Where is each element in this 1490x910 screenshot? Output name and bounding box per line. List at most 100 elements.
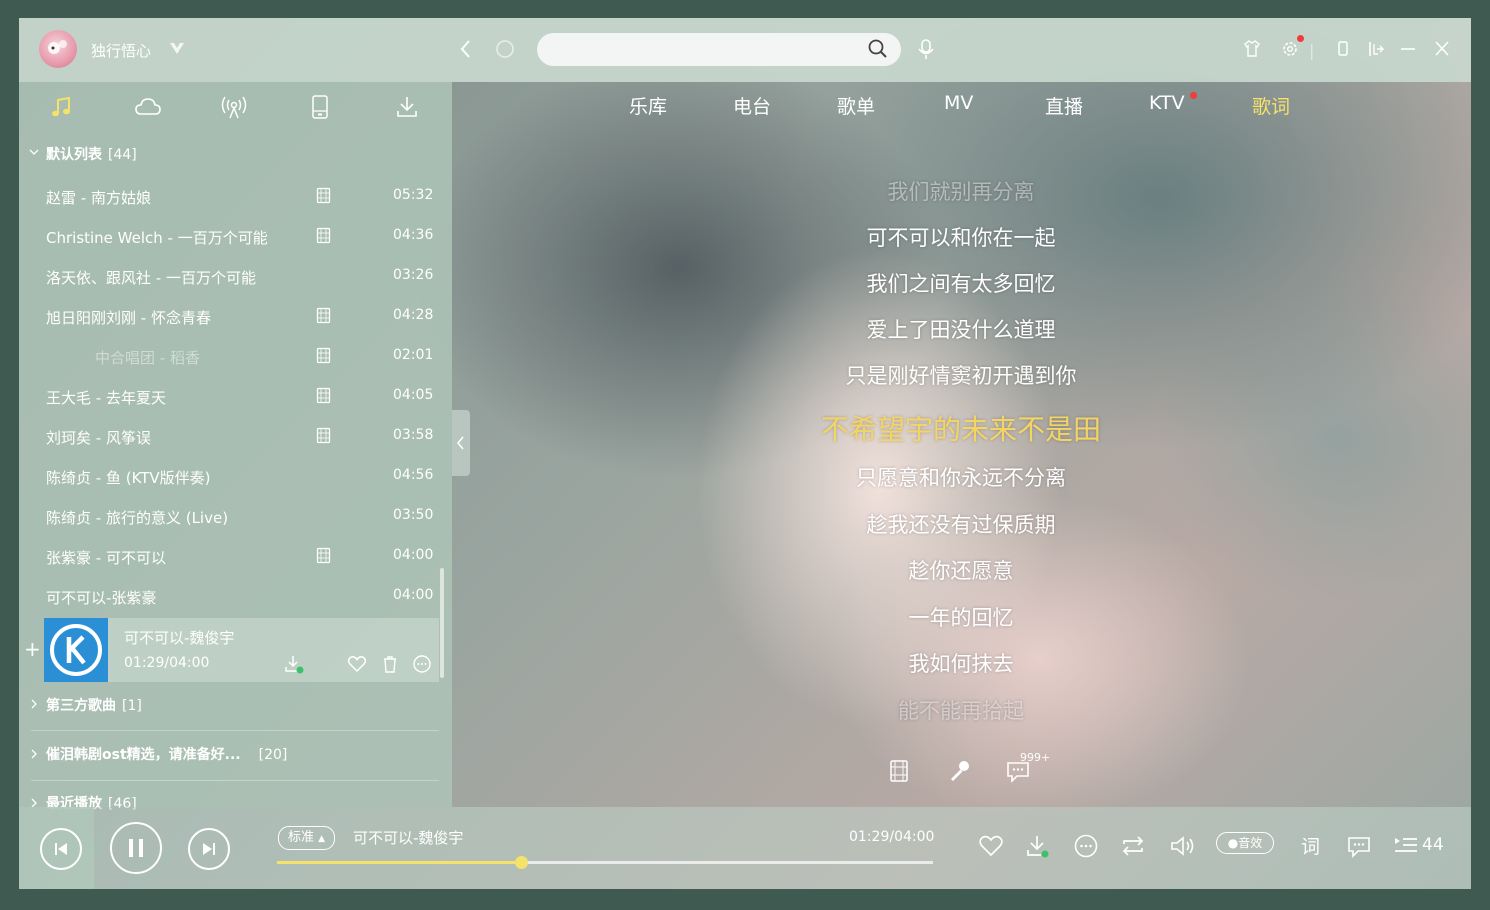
group-default[interactable]: 默认列表 [44] (46, 144, 137, 164)
tab-mv[interactable]: MV (944, 92, 973, 114)
previous-track-button[interactable] (40, 828, 82, 870)
delete-trash-icon[interactable] (380, 654, 400, 674)
song-name: 刘珂矣 - 风筝误 (46, 429, 151, 447)
sidebar-tabs (19, 82, 452, 132)
group-third-party[interactable]: 第三方歌曲 [1] (46, 695, 142, 715)
tab-download[interactable] (387, 90, 427, 124)
tab-radio-station[interactable]: 电台 (733, 92, 771, 119)
sound-effect-toggle[interactable]: ●音效 (1216, 832, 1274, 854)
close-icon[interactable] (1431, 36, 1453, 62)
title-bar: 独行悟心 | (19, 18, 1471, 82)
microphone-icon[interactable] (947, 758, 973, 784)
tab-cloud[interactable] (128, 90, 168, 124)
lyric-line: 趁我还没有过保质期 (866, 513, 1056, 537)
skin-icon[interactable] (1241, 36, 1263, 62)
song-row[interactable]: 洛天依、跟风社 - 一百万个可能 03:26 (19, 257, 452, 297)
vip-badge-icon[interactable] (168, 40, 186, 56)
chevron-down-icon[interactable] (29, 147, 39, 157)
playlist-scrollbar[interactable] (440, 568, 444, 678)
minimize-icon[interactable] (1397, 36, 1419, 62)
song-row[interactable]: Christine Welch - 一百万个可能 04:36 (19, 217, 452, 257)
favorite-heart-icon[interactable] (978, 833, 1004, 859)
voice-search-icon[interactable] (915, 36, 937, 62)
more-options-icon[interactable] (412, 654, 432, 674)
tab-playlists[interactable]: 歌单 (837, 92, 875, 119)
song-name: 洛天依、跟风社 - 一百万个可能 (46, 269, 256, 287)
song-row[interactable]: 刘珂矣 - 风筝误 03:58 (19, 417, 452, 457)
tab-lyrics[interactable]: 歌词 (1252, 92, 1290, 119)
song-duration: 03:58 (393, 427, 434, 443)
quality-selector[interactable]: 标准 ▲ (278, 826, 336, 850)
song-row[interactable]: 王大毛 - 去年夏天 04:05 (19, 377, 452, 417)
song-name: 陈绮贞 - 旅行的意义 (Live) (46, 509, 229, 527)
mv-film-icon[interactable] (316, 387, 331, 404)
mv-film-icon[interactable] (316, 187, 331, 204)
desktop-lyrics-button[interactable]: 词 (1301, 832, 1320, 859)
collapse-panel-button[interactable] (452, 410, 470, 476)
back-icon[interactable] (455, 36, 477, 62)
add-plus-icon[interactable]: + (24, 637, 41, 661)
toggle-dot-icon: ● (1227, 836, 1239, 850)
group-third-party-count: [1] (122, 698, 142, 714)
player-bar: 标准 ▲ 可不可以-魏俊宇 01:29/04:00 ●音效 词 44 (19, 807, 1471, 889)
song-row[interactable]: 张紫豪 - 可不可以 04:00 (19, 537, 452, 577)
cloud-icon (134, 96, 162, 118)
radio-icon (220, 94, 248, 120)
album-cover[interactable] (44, 618, 108, 682)
phone-icon (310, 94, 330, 120)
song-row[interactable]: 中合唱团 - 稻香 02:01 (19, 337, 452, 377)
chevron-right-icon[interactable] (29, 749, 39, 759)
song-row[interactable]: 可不可以-张紫豪 04:00 (19, 577, 452, 617)
refresh-icon[interactable] (493, 36, 517, 62)
lyric-line: 可不可以和你在一起 (866, 226, 1056, 250)
mv-film-icon[interactable] (316, 347, 331, 364)
song-duration: 04:28 (393, 307, 434, 323)
tab-music[interactable] (41, 90, 81, 124)
song-row[interactable]: 赵雷 - 南方姑娘 05:32 (19, 177, 452, 217)
mv-film-icon[interactable] (886, 758, 912, 784)
group-ost-label: 催泪韩剧ost精选，请准备好... (46, 747, 241, 763)
downloaded-icon[interactable] (284, 654, 304, 674)
skip-previous-icon (52, 840, 70, 858)
tab-ktv[interactable]: KTV (1149, 92, 1185, 114)
progress-bar[interactable] (277, 856, 933, 869)
skip-next-icon (200, 840, 218, 858)
more-options-icon[interactable] (1073, 833, 1099, 859)
tab-live[interactable]: 直播 (1045, 92, 1083, 119)
song-row[interactable]: 旭日阳刚刘刚 - 怀念青春 04:28 (19, 297, 452, 337)
group-ost[interactable]: 催泪韩剧ost精选，请准备好... [20] (46, 744, 287, 764)
mv-film-icon[interactable] (316, 547, 331, 564)
favorite-heart-icon[interactable] (347, 654, 367, 674)
song-row[interactable]: 陈绮贞 - 鱼 (KTV版伴奏) 04:56 (19, 457, 452, 497)
song-row[interactable]: 陈绮贞 - 旅行的意义 (Live) 03:50 (19, 497, 452, 537)
exit-fullscreen-icon[interactable] (1365, 36, 1387, 62)
pause-icon (126, 837, 146, 859)
playlist-queue-icon[interactable] (1393, 833, 1419, 859)
download-icon[interactable] (1025, 833, 1051, 859)
tab-radio[interactable] (214, 90, 254, 124)
mv-film-icon[interactable] (316, 427, 331, 444)
tab-device[interactable] (300, 90, 340, 124)
next-track-button[interactable] (188, 828, 230, 870)
lyric-line: 只是刚好情窦初开遇到你 (845, 364, 1077, 388)
now-playing-row[interactable]: 可不可以-魏俊宇 01:29/04:00 (44, 618, 439, 682)
progress-handle[interactable] (515, 856, 529, 869)
lyric-line: 能不能再拾起 (898, 699, 1024, 723)
avatar[interactable] (39, 30, 77, 68)
song-name: Christine Welch - 一百万个可能 (46, 229, 268, 247)
username[interactable]: 独行悟心 (91, 40, 151, 61)
mv-film-icon[interactable] (316, 227, 331, 244)
mv-film-icon[interactable] (316, 307, 331, 324)
tab-library[interactable]: 乐库 (629, 92, 667, 119)
chat-bubble-icon[interactable] (1346, 833, 1372, 859)
chevron-right-icon[interactable] (29, 699, 39, 709)
volume-icon[interactable] (1169, 833, 1195, 859)
app-window: 独行悟心 | 默认列表 [44] 赵雷 - 南方姑娘 05:32 Christi… (19, 18, 1471, 889)
song-duration: 04:56 (393, 467, 434, 483)
repeat-mode-icon[interactable] (1120, 833, 1146, 859)
pause-button[interactable] (110, 822, 162, 874)
search-input[interactable] (537, 33, 901, 66)
mini-mode-icon[interactable] (1333, 36, 1353, 62)
comments-count-badge: 999+ (1020, 751, 1051, 764)
search-icon[interactable] (867, 38, 889, 60)
